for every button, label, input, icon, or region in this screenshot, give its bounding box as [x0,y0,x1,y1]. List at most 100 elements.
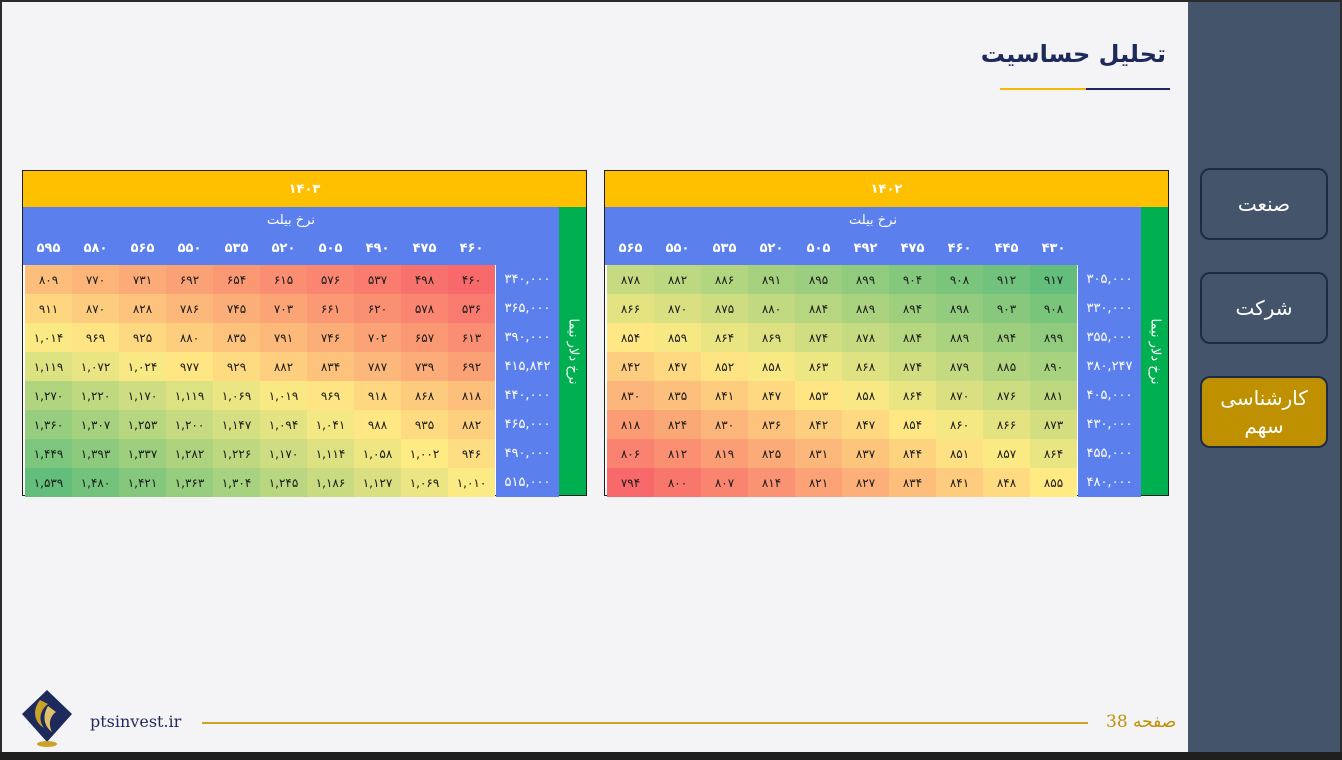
website-link[interactable]: ptsinvest.ir [90,712,181,731]
table-cell: ۷۸۶ [166,294,213,323]
page-title: تحلیل حساسیت [980,40,1166,68]
table-cell: ۱,۲۲۶ [213,439,260,468]
table-cell: ۸۷۹ [936,352,983,381]
table-cell: ۸۵۳ [795,381,842,410]
table-cell: ۱,۳۰۷ [72,410,119,439]
table-cell: ۸۵۸ [748,352,795,381]
dollar-rate-label: نرخ دلار نیما [565,318,581,384]
page-number: صفحه 38 [1106,712,1177,732]
table-cell: ۹۰۸ [1030,294,1077,323]
ticket-rate-column-header: ۵۶۵ [618,241,643,256]
table-cell: ۱,۰۶۹ [401,468,448,497]
table-cell: ۵۳۶ [448,294,495,323]
table-cell: ۶۹۲ [166,265,213,294]
table-cell: ۱,۰۶۹ [213,381,260,410]
dollar-rate-row-header: ۴۵۵,۰۰۰ [1078,439,1141,468]
table-cell: ۱,۰۱۰ [448,468,495,497]
table-cell: ۱,۱۱۴ [307,439,354,468]
table-cell: ۷۳۹ [401,352,448,381]
table-cell: ۹۱۱ [25,294,72,323]
table-cell: ۸۳۱ [795,439,842,468]
dollar-rate-row-header: ۵۱۵,۰۰۰ [496,468,559,497]
ticket-rate-column-header: ۵۲۰ [271,241,296,256]
dollar-rate-row-header: ۳۸۰,۲۴۷ [1078,352,1141,381]
ticket-rate-column-header: ۵۹۵ [36,241,61,256]
table-cell: ۱,۲۸۲ [166,439,213,468]
sensitivity-table-1402: ۱۴۰۲ نرخ بیلت ۴۳۰ ۴۴۵ ۴۶۰ ۴۷۵ ۴۹۲ ۵۰۵ ۵۲۰ ۵۳۵ ۵۵… [604,170,1169,497]
nav-company-button[interactable]: شرکت [1200,272,1328,344]
table-cell: ۱,۳۰۴ [213,468,260,497]
table-cell: ۷۹۴ [607,468,654,497]
ticket-rate-column-header: ۵۲۰ [759,241,784,256]
table-cell: ۹۴۶ [448,439,495,468]
table-cell: ۸۸۹ [842,294,889,323]
table-cell: ۸۶۶ [983,410,1030,439]
table-cell: ۸۳۷ [842,439,889,468]
title-underline-accent [1000,88,1086,90]
table-cell: ۸۸۴ [889,323,936,352]
table-cell: ۷۰۳ [260,294,307,323]
table-cell: ۱,۳۹۳ [72,439,119,468]
table-cell: ۸۷۰ [936,381,983,410]
table-cell: ۵۳۷ [354,265,401,294]
table-cell: ۷۴۶ [307,323,354,352]
dollar-rate-row-header: ۴۸۰,۰۰۰ [1078,468,1141,497]
table-cell: ۱,۰۵۸ [354,439,401,468]
dollar-rate-row-header: ۴۳۰,۰۰۰ [1078,410,1141,439]
table-cell: ۸۹۸ [936,294,983,323]
table-cell: ۸۲۸ [119,294,166,323]
table-cell: ۷۳۱ [119,265,166,294]
ticket-rate-column-header: ۴۶۰ [947,241,972,256]
table-cell: ۶۵۴ [213,265,260,294]
table-cell: ۶۵۷ [401,323,448,352]
table-cell: ۸۷۸ [842,323,889,352]
table-cell: ۸۹۵ [795,265,842,294]
table-cell: ۱,۲۴۵ [260,468,307,497]
dollar-rate-side-header: نرخ دلار نیما [559,207,586,495]
table-cell: ۱,۱۱۹ [25,352,72,381]
ticket-rate-column-header: ۵۰۵ [318,241,343,256]
table-cell: ۱,۰۹۴ [260,410,307,439]
table-cell: ۸۷۴ [889,352,936,381]
table-cell: ۹۲۵ [119,323,166,352]
table-cell: ۸۰۹ [25,265,72,294]
table-cell: ۸۶۴ [889,381,936,410]
table-cell: ۱,۳۶۳ [166,468,213,497]
slide: تحلیل حساسیت ۱۴۰۳ نرخ بیلت ۴۶۰ ۴۷۵ ۴۹۰ ۵۰۵ ۵… [2,2,1188,752]
ticket-rate-column-header: ۵۶۵ [130,241,155,256]
table-cell: ۷۸۷ [354,352,401,381]
table-year-header: ۱۴۰۳ [23,171,586,207]
dollar-rate-row-header: ۳۴۰,۰۰۰ [496,265,559,294]
table-cell: ۸۸۴ [795,294,842,323]
table-cell: ۸۰۰ [654,468,701,497]
table-cell: ۱,۱۷۰ [119,381,166,410]
table-cell: ۸۷۸ [607,265,654,294]
ticket-rate-column-header: ۴۹۲ [853,241,878,256]
table-cell: ۷۴۵ [213,294,260,323]
nav-valuation-button[interactable]: کارشناسی سهم [1200,376,1328,448]
table-cell: ۶۱۵ [260,265,307,294]
table-cell: ۵۷۶ [307,265,354,294]
table-cell: ۸۹۴ [983,323,1030,352]
table-year-header: ۱۴۰۲ [605,171,1168,207]
ticket-rate-column-header: ۴۹۰ [365,241,390,256]
dollar-rate-row-header: ۳۰۵,۰۰۰ [1078,265,1141,294]
table-cell: ۱,۲۲۰ [72,381,119,410]
ticket-rate-column-header: ۵۳۵ [224,241,249,256]
table-cell: ۸۷۵ [701,294,748,323]
table-cell: ۱,۰۱۹ [260,381,307,410]
table-cell: ۴۶۰ [448,265,495,294]
table-cell: ۸۹۱ [748,265,795,294]
table-cell: ۸۶۹ [748,323,795,352]
table-cell: ۸۱۸ [448,381,495,410]
table-cell: ۱,۳۶۰ [25,410,72,439]
dollar-rate-row-header: ۳۶۵,۰۰۰ [496,294,559,323]
table-cell: ۱,۱۸۶ [307,468,354,497]
table-cell: ۸۱۹ [701,439,748,468]
nav-industry-button[interactable]: صنعت [1200,168,1328,240]
table-cell: ۹۱۸ [354,381,401,410]
table-cell: ۱,۲۵۳ [119,410,166,439]
ticket-header: نرخ بیلت ۴۳۰ ۴۴۵ ۴۶۰ ۴۷۵ ۴۹۲ ۵۰۵ ۵۲۰ ۵۳۵ ۵۵۰ ۵۶۵ [605,207,1141,265]
table-cell: ۸۸۲ [260,352,307,381]
ticket-rate-column-header: ۵۸۰ [83,241,108,256]
